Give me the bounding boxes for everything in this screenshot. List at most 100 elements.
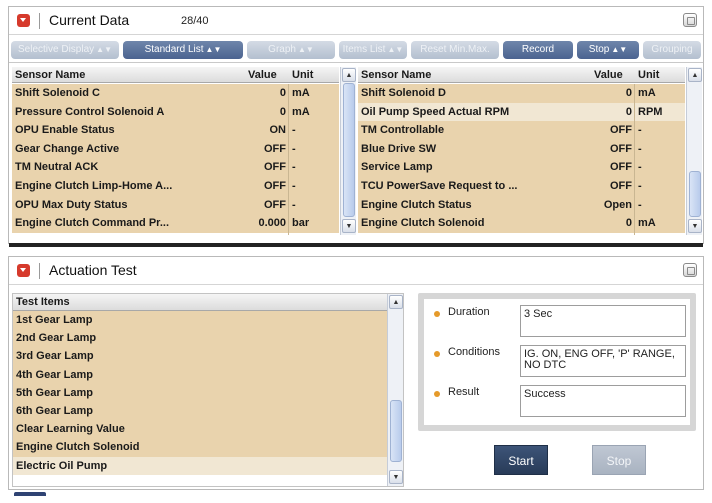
sensor-unit-cell: RPM xyxy=(638,105,663,118)
scrollbar-tests[interactable]: ▲ ▼ xyxy=(387,294,403,486)
panel-splitter[interactable] xyxy=(9,243,703,247)
bullet-icon xyxy=(434,351,440,357)
column-sensor-name: Sensor Name xyxy=(361,69,432,81)
sensor-value-cell: 0 xyxy=(625,105,632,118)
sensor-unit-cell: - xyxy=(292,142,296,155)
sensor-unit-cell: - xyxy=(638,198,642,211)
sensor-name-cell: Engine Clutch Status xyxy=(361,198,472,211)
table-row[interactable]: OPU Max Duty Status OFF - xyxy=(12,195,339,215)
sensor-value-cell: 0 xyxy=(279,105,286,118)
reset-min-max-button[interactable]: Reset Min.Max. xyxy=(411,41,499,59)
sensor-value-cell: 0 xyxy=(625,87,632,99)
list-item[interactable]: Electric Oil Pump xyxy=(13,456,389,475)
table-row[interactable]: Engine Clutch Solenoid 0 mA xyxy=(358,214,685,233)
list-item[interactable]: 6th Gear Lamp xyxy=(13,401,389,421)
sensor-name-cell: Oil Pump Speed Actual RPM xyxy=(361,105,510,118)
table-header: Sensor Name Value Unit xyxy=(358,67,685,83)
scroll-thumb[interactable] xyxy=(343,83,355,217)
collapse-chevron-icon[interactable] xyxy=(17,14,30,27)
item-count: 28/40 xyxy=(181,15,209,27)
sensor-unit-cell: - xyxy=(292,179,296,192)
list-item[interactable]: 1st Gear Lamp xyxy=(13,311,389,330)
table-row[interactable]: Shift Solenoid D 0 mA xyxy=(358,84,685,103)
column-sensor-name: Sensor Name xyxy=(15,69,86,81)
dropdown-caret-icon: ▲▼ xyxy=(96,45,112,54)
table-row[interactable]: Oil Pump Speed Actual RPM 0 RPM xyxy=(358,102,685,122)
table-row[interactable]: OPU Enable Status ON - xyxy=(12,121,339,140)
table-row[interactable]: TCU PowerSave Request to ... OFF - xyxy=(358,176,685,196)
stop-button[interactable]: Stop xyxy=(592,445,646,475)
scroll-down-icon[interactable]: ▼ xyxy=(688,219,702,233)
graph-button[interactable]: Graph ▲▼ xyxy=(247,41,335,59)
sensor-unit-cell: mA xyxy=(292,105,310,118)
sensor-unit-cell: - xyxy=(638,179,642,192)
table-row[interactable]: Gear Change Active OFF - xyxy=(12,139,339,159)
table-row[interactable]: TM Controllable OFF - xyxy=(358,121,685,140)
panel-title: Current Data xyxy=(49,12,130,28)
list-item[interactable]: 3rd Gear Lamp xyxy=(13,347,389,366)
duration-value: 3 Sec xyxy=(520,305,686,337)
selective-display-button[interactable]: Selective Display ▲▼ xyxy=(11,41,119,59)
sensor-name-cell: Gear Change Active xyxy=(15,142,120,155)
table-row[interactable]: Pressure Control Solenoid A 0 mA xyxy=(12,102,339,122)
conditions-value: IG. ON, ENG OFF, 'P' RANGE, NO DTC xyxy=(520,345,686,377)
duration-label: Duration xyxy=(448,306,490,318)
sensor-name-cell: Engine Clutch Limp-Home A... xyxy=(15,179,173,192)
list-item[interactable]: Clear Learning Value xyxy=(13,420,389,439)
table-header: Sensor Name Value Unit xyxy=(12,67,339,83)
result-value: Success xyxy=(520,385,686,417)
stop-recording-button[interactable]: Stop ▲▼ xyxy=(577,41,639,59)
test-item-label: 1st Gear Lamp xyxy=(16,314,93,326)
result-row: Result Success xyxy=(434,385,686,419)
sensor-value-cell: OFF xyxy=(610,124,632,137)
column-value: Value xyxy=(594,69,623,81)
list-item[interactable]: 2nd Gear Lamp xyxy=(13,329,389,348)
actuation-test-panel: Actuation Test Test Items 1st Gear Lamp 2… xyxy=(8,256,704,490)
sensor-value-cell: 0 xyxy=(625,217,632,230)
current-data-toolbar: Selective Display ▲▼ Standard List ▲▼ Grap… xyxy=(9,37,703,63)
scroll-up-icon[interactable]: ▲ xyxy=(688,68,702,82)
sensor-value-cell: 0.000 xyxy=(258,217,286,230)
sensor-rows-right: Shift Solenoid D 0 mA Oil Pump Speed Actual… xyxy=(358,84,685,233)
sensor-unit-cell: mA xyxy=(638,87,656,99)
list-item[interactable]: 4th Gear Lamp xyxy=(13,365,389,384)
list-item[interactable]: Engine Clutch Solenoid xyxy=(13,438,389,457)
collapse-chevron-icon[interactable] xyxy=(17,264,30,277)
table-row[interactable]: Shift Solenoid C 0 mA xyxy=(12,84,339,103)
test-item-label: 2nd Gear Lamp xyxy=(16,332,97,345)
duration-row: Duration 3 Sec xyxy=(434,305,686,339)
record-button[interactable]: Record xyxy=(503,41,573,59)
sensor-name-cell: Engine Clutch Command Pr... xyxy=(15,217,170,230)
scroll-up-icon[interactable]: ▲ xyxy=(342,68,356,82)
column-value: Value xyxy=(248,69,277,81)
sensor-unit-cell: - xyxy=(292,124,296,137)
current-data-header: Current Data 28/40 xyxy=(9,7,703,35)
start-button[interactable]: Start xyxy=(494,445,548,475)
restore-window-icon[interactable] xyxy=(683,263,697,277)
table-row[interactable]: Service Lamp OFF - xyxy=(358,158,685,177)
list-item[interactable]: 5th Gear Lamp xyxy=(13,383,389,402)
column-divider xyxy=(634,84,635,235)
scrollbar-right[interactable]: ▲ ▼ xyxy=(686,67,702,235)
table-row[interactable]: Blue Drive SW OFF - xyxy=(358,139,685,159)
scrollbar-left[interactable]: ▲ ▼ xyxy=(340,67,356,235)
table-row[interactable]: Engine Clutch Command Pr... 0.000 bar xyxy=(12,214,339,233)
scroll-thumb[interactable] xyxy=(390,400,402,462)
scroll-thumb[interactable] xyxy=(689,171,701,217)
scroll-down-icon[interactable]: ▼ xyxy=(389,470,403,484)
test-item-label: 5th Gear Lamp xyxy=(16,386,94,399)
standard-list-button[interactable]: Standard List ▲▼ xyxy=(123,41,243,59)
table-row[interactable]: Engine Clutch Limp-Home A... OFF - xyxy=(12,176,339,196)
items-list-button[interactable]: Items List ▲▼ xyxy=(339,41,407,59)
test-item-label: 4th Gear Lamp xyxy=(16,368,94,381)
restore-window-icon[interactable] xyxy=(683,13,697,27)
sensor-unit-cell: - xyxy=(638,142,642,155)
table-row[interactable]: TM Neutral ACK OFF - xyxy=(12,158,339,177)
bullet-icon xyxy=(434,391,440,397)
scroll-up-icon[interactable]: ▲ xyxy=(389,295,403,309)
scroll-down-icon[interactable]: ▼ xyxy=(342,219,356,233)
table-row[interactable]: Engine Clutch Status Open - xyxy=(358,195,685,215)
test-items-list: Test Items 1st Gear Lamp 2nd Gear Lamp 3rd… xyxy=(12,293,404,487)
grouping-button[interactable]: Grouping xyxy=(643,41,701,59)
header-divider xyxy=(39,13,40,29)
